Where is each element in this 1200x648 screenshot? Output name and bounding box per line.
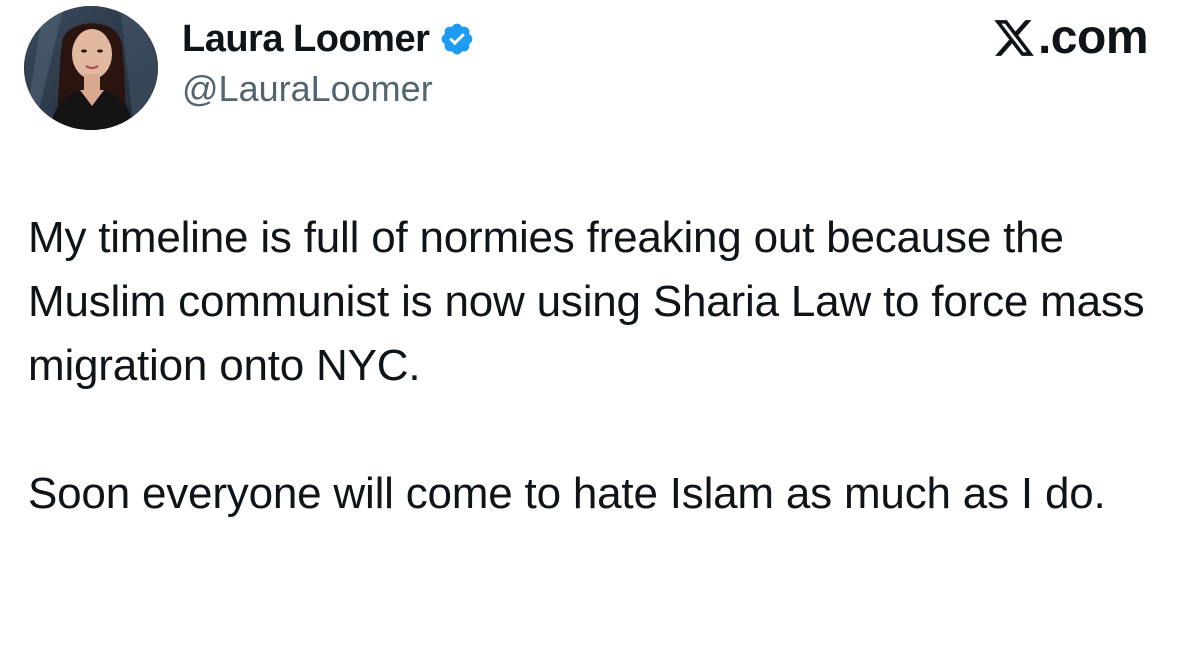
- tweet-text: My timeline is full of normies freaking …: [28, 206, 1188, 526]
- verified-badge-icon: [439, 21, 475, 57]
- x-logo-icon: [992, 16, 1036, 60]
- avatar-photo-icon: [24, 6, 158, 130]
- tweet-paragraph-2: Soon everyone will come to hate Islam as…: [28, 469, 1106, 518]
- author-display-name[interactable]: Laura Loomer: [182, 18, 430, 61]
- tweet-header: Laura Loomer @LauraLoomer: [24, 6, 475, 136]
- brand-watermark: .com: [992, 10, 1149, 65]
- brand-domain-label: .com: [1037, 11, 1149, 64]
- tweet-card: Laura Loomer @LauraLoomer .com My timeli…: [0, 0, 1200, 648]
- author-identity: Laura Loomer @LauraLoomer: [182, 16, 475, 110]
- tweet-paragraph-1: My timeline is full of normies freaking …: [28, 213, 1145, 390]
- author-handle[interactable]: @LauraLoomer: [182, 68, 475, 110]
- avatar[interactable]: [24, 6, 158, 130]
- author-name-row: Laura Loomer: [182, 16, 475, 62]
